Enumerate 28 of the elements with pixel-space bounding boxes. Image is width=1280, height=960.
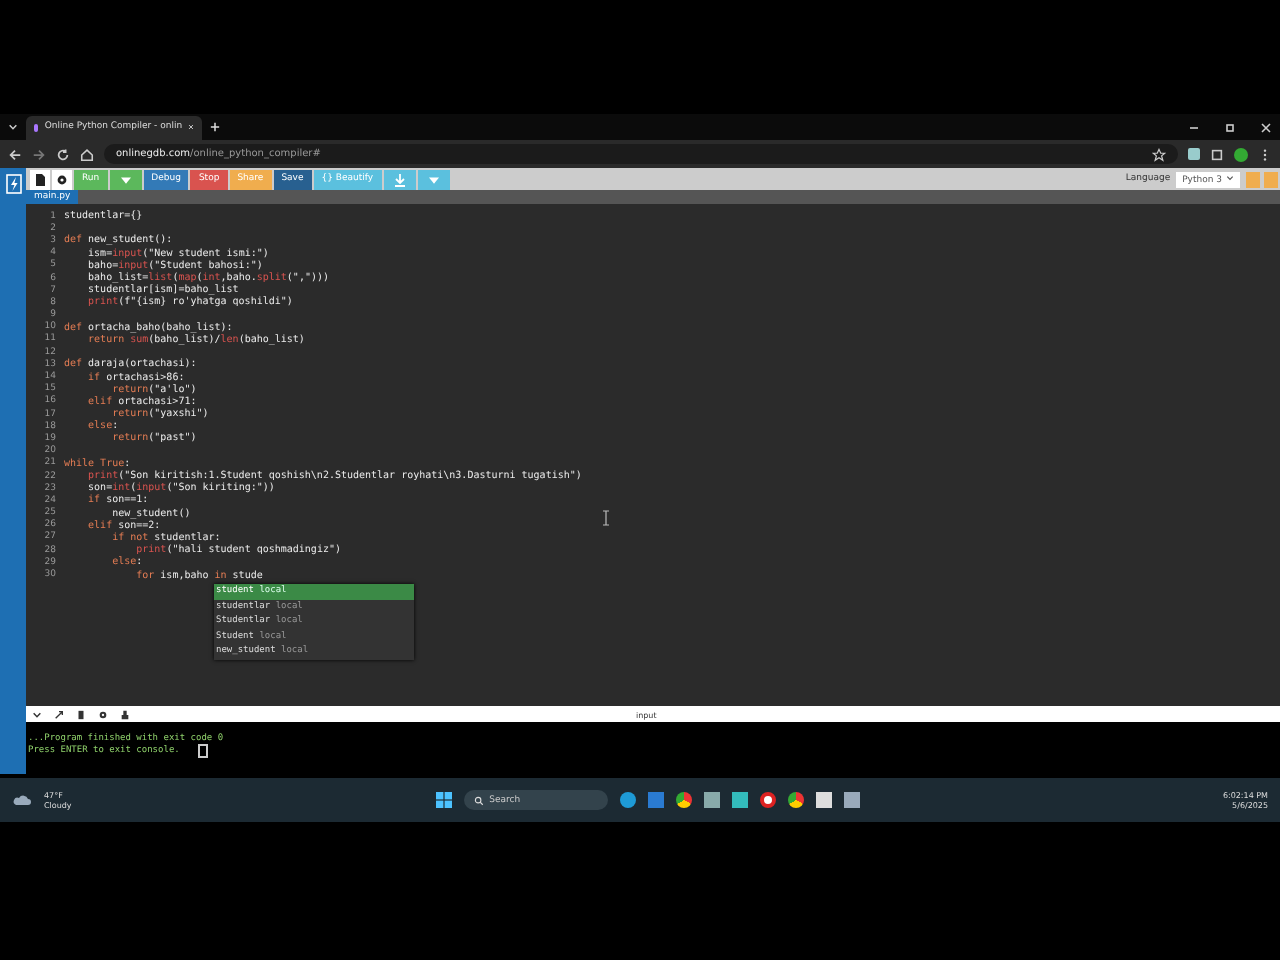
reload-icon[interactable] bbox=[56, 147, 70, 161]
forward-arrow-icon[interactable] bbox=[32, 147, 46, 161]
chrome-icon[interactable] bbox=[787, 792, 804, 808]
minimize-icon[interactable] bbox=[1188, 121, 1200, 133]
search-icon bbox=[473, 795, 484, 805]
new-file-icon[interactable] bbox=[30, 169, 50, 189]
lightning-icon[interactable] bbox=[5, 174, 21, 194]
document-icon[interactable] bbox=[76, 709, 86, 719]
home-icon[interactable] bbox=[80, 147, 94, 161]
star-icon[interactable] bbox=[1152, 147, 1166, 161]
caret-icon bbox=[1226, 173, 1234, 181]
cloud-icon bbox=[12, 794, 32, 806]
close-icon[interactable] bbox=[1260, 121, 1272, 133]
console-cursor bbox=[198, 744, 208, 758]
more-menu-icon[interactable] bbox=[1258, 147, 1272, 161]
windows-start-icon[interactable] bbox=[435, 792, 452, 808]
site-icon bbox=[34, 123, 39, 131]
text-cursor-icon bbox=[602, 510, 610, 526]
gear-icon[interactable] bbox=[52, 169, 72, 189]
chrome-icon[interactable] bbox=[675, 792, 692, 808]
back-arrow-icon[interactable] bbox=[8, 147, 22, 161]
expand-icon[interactable] bbox=[54, 709, 64, 719]
new-tab-icon[interactable] bbox=[210, 122, 220, 132]
chevron-down-icon[interactable] bbox=[32, 709, 42, 719]
extension-icon[interactable] bbox=[1188, 148, 1200, 160]
restore-icon[interactable] bbox=[1224, 121, 1236, 133]
gear-icon[interactable] bbox=[98, 709, 108, 719]
profile-icon[interactable] bbox=[1234, 147, 1248, 161]
